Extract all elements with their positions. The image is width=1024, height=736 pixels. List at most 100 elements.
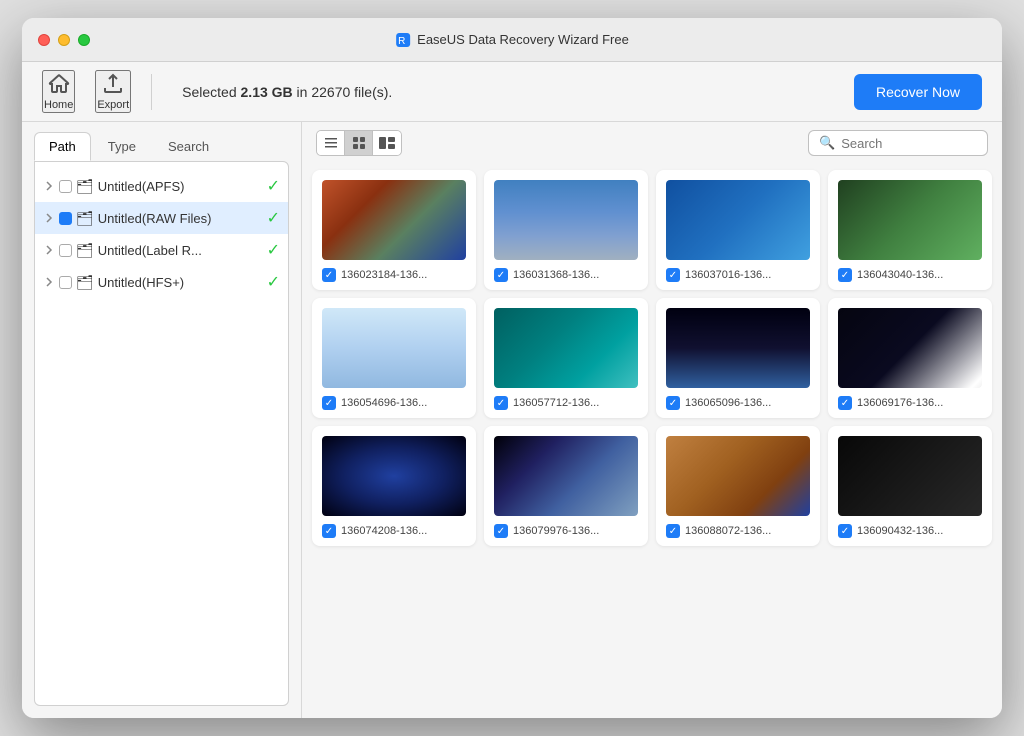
grid-item[interactable]: 136023184-136...: [312, 170, 476, 290]
sidebar-item-label[interactable]: 🗂 Untitled(Label R... ✓: [35, 234, 288, 266]
folder-icon: 🗂: [76, 242, 94, 259]
check-mark: ✓: [267, 176, 280, 196]
grid-thumbnail: [838, 180, 982, 260]
tab-search[interactable]: Search: [153, 132, 224, 161]
sidebar-item-apfs[interactable]: 🗂 Untitled(APFS) ✓: [35, 170, 288, 202]
grid-icon: [352, 136, 366, 150]
grid-item-checkbox[interactable]: [322, 524, 336, 538]
grid-item-checkbox[interactable]: [494, 524, 508, 538]
grid-item-name: 136069176-136...: [857, 397, 982, 409]
folder-icon: 🗂: [76, 178, 94, 195]
sidebar-content: 🗂 Untitled(APFS) ✓ 🗂 Untitled(RAW Files)…: [34, 161, 289, 706]
grid-item-footer: 136043040-136...: [838, 268, 982, 282]
grid-item[interactable]: 136074208-136...: [312, 426, 476, 546]
export-icon: [101, 72, 125, 96]
close-button[interactable]: [38, 34, 50, 46]
grid-item-footer: 136037016-136...: [666, 268, 810, 282]
grid-item[interactable]: 136069176-136...: [828, 298, 992, 418]
export-button[interactable]: Export: [95, 70, 131, 113]
preview-icon: [378, 136, 396, 150]
grid-item-footer: 136090432-136...: [838, 524, 982, 538]
window-title: R EaseUS Data Recovery Wizard Free: [395, 32, 629, 48]
grid-item-footer: 136057712-136...: [494, 396, 638, 410]
view-controls: 🔍: [302, 122, 1002, 164]
grid-item-footer: 136031368-136...: [494, 268, 638, 282]
grid-thumbnail: [322, 308, 466, 388]
folder-icon: 🗂: [76, 274, 94, 291]
grid-item-footer: 136088072-136...: [666, 524, 810, 538]
grid-item-checkbox[interactable]: [666, 524, 680, 538]
view-toggle-group: [316, 130, 402, 156]
grid-thumbnail: [666, 180, 810, 260]
chevron-right-icon: [43, 180, 55, 192]
right-panel: 🔍 136023184-136... 136031368-136... 1360…: [302, 122, 1002, 718]
selection-info: Selected 2.13 GB in 22670 file(s).: [172, 84, 834, 100]
list-view-button[interactable]: [317, 131, 345, 155]
grid-thumbnail: [838, 308, 982, 388]
apfs-checkbox[interactable]: [59, 180, 72, 193]
grid-item[interactable]: 136037016-136...: [656, 170, 820, 290]
chevron-right-icon: [43, 244, 55, 256]
app-icon: R: [395, 32, 411, 48]
search-input[interactable]: [841, 136, 977, 151]
grid-item-footer: 136074208-136...: [322, 524, 466, 538]
sidebar: Path Type Search 🗂 Untitled(APFS) ✓ 🗂 Un…: [22, 122, 302, 718]
grid-item-name: 136065096-136...: [685, 397, 810, 409]
tab-path[interactable]: Path: [34, 132, 91, 161]
hfs-checkbox[interactable]: [59, 276, 72, 289]
grid-item[interactable]: 136054696-136...: [312, 298, 476, 418]
grid-thumbnail: [838, 436, 982, 516]
grid-item[interactable]: 136079976-136...: [484, 426, 648, 546]
grid-item-footer: 136054696-136...: [322, 396, 466, 410]
grid-item-checkbox[interactable]: [494, 396, 508, 410]
maximize-button[interactable]: [78, 34, 90, 46]
label-checkbox[interactable]: [59, 244, 72, 257]
check-mark: ✓: [267, 272, 280, 292]
grid-item[interactable]: 136057712-136...: [484, 298, 648, 418]
check-mark: ✓: [267, 240, 280, 260]
grid-item-name: 136057712-136...: [513, 397, 638, 409]
list-icon: [324, 136, 338, 150]
search-icon: 🔍: [819, 135, 835, 151]
grid-item-name: 136079976-136...: [513, 525, 638, 537]
sidebar-item-raw[interactable]: 🗂 Untitled(RAW Files) ✓: [35, 202, 288, 234]
app-window: R EaseUS Data Recovery Wizard Free Home …: [22, 18, 1002, 718]
grid-item[interactable]: 136065096-136...: [656, 298, 820, 418]
preview-view-button[interactable]: [373, 131, 401, 155]
chevron-right-icon: [43, 276, 55, 288]
toolbar: Home Export Selected 2.13 GB in 22670 fi…: [22, 62, 1002, 122]
grid-thumbnail: [494, 180, 638, 260]
grid-item[interactable]: 136043040-136...: [828, 170, 992, 290]
grid-item-name: 136090432-136...: [857, 525, 982, 537]
search-box: 🔍: [808, 130, 988, 156]
grid-item-checkbox[interactable]: [838, 396, 852, 410]
grid-item[interactable]: 136031368-136...: [484, 170, 648, 290]
grid-item-checkbox[interactable]: [838, 524, 852, 538]
toolbar-divider: [151, 74, 152, 110]
grid-view-button[interactable]: [345, 131, 373, 155]
chevron-right-icon: [43, 212, 55, 224]
tab-type[interactable]: Type: [93, 132, 151, 161]
recover-now-button[interactable]: Recover Now: [854, 74, 982, 110]
grid-item-name: 136023184-136...: [341, 269, 466, 281]
grid-item[interactable]: 136090432-136...: [828, 426, 992, 546]
grid-item-footer: 136079976-136...: [494, 524, 638, 538]
sidebar-tabs: Path Type Search: [22, 122, 301, 161]
grid-item-checkbox[interactable]: [666, 396, 680, 410]
sidebar-item-hfs[interactable]: 🗂 Untitled(HFS+) ✓: [35, 266, 288, 298]
grid-item-checkbox[interactable]: [322, 268, 336, 282]
grid-item-checkbox[interactable]: [666, 268, 680, 282]
grid-item-name: 136088072-136...: [685, 525, 810, 537]
raw-checkbox[interactable]: [59, 212, 72, 225]
grid-item-checkbox[interactable]: [838, 268, 852, 282]
grid-item-checkbox[interactable]: [494, 268, 508, 282]
grid-item-footer: 136023184-136...: [322, 268, 466, 282]
home-button[interactable]: Home: [42, 70, 75, 113]
grid-item-name: 136031368-136...: [513, 269, 638, 281]
folder-icon: 🗂: [76, 210, 94, 227]
grid-item-checkbox[interactable]: [322, 396, 336, 410]
grid-item[interactable]: 136088072-136...: [656, 426, 820, 546]
minimize-button[interactable]: [58, 34, 70, 46]
file-grid: 136023184-136... 136031368-136... 136037…: [302, 164, 1002, 718]
grid-thumbnail: [494, 308, 638, 388]
